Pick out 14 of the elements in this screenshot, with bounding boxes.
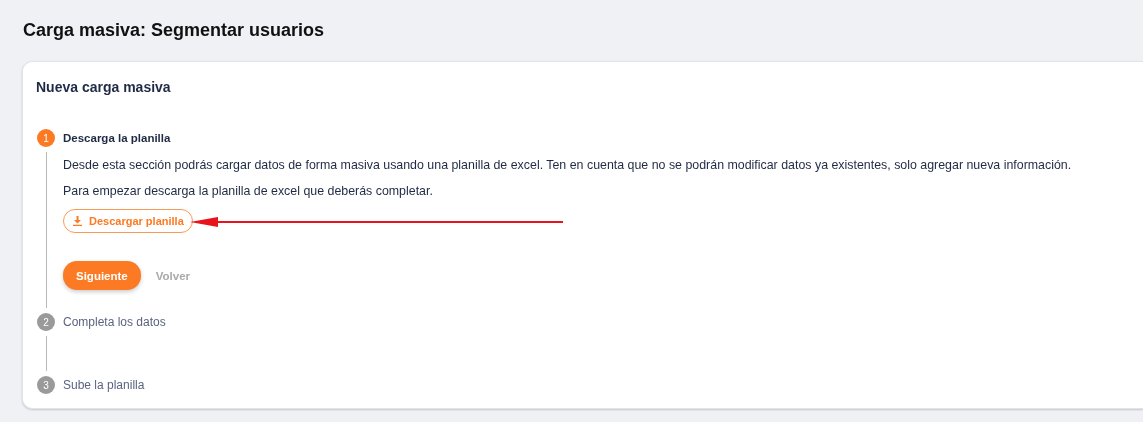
back-button[interactable]: Volver <box>155 269 191 282</box>
download-button[interactable]: Descargar planilla <box>63 209 193 233</box>
download-icon <box>73 216 82 226</box>
step-description: Para empezar descarga la planilla de excel que deberás completar. <box>63 183 434 200</box>
step-label: Sube la planilla <box>63 378 145 392</box>
card-title: Nueva carga masiva <box>36 78 172 96</box>
step-label: Descarga la planilla <box>63 132 171 144</box>
step-label: Completa los datos <box>63 315 166 329</box>
step-description: Desde esta sección podrás cargar datos de forma masiva usando una planilla de excel. Ten en cuenta que no se podrán modificar datos ya existentes, solo agregar nueva información. <box>63 157 1073 174</box>
step-number: 1 <box>37 129 55 147</box>
next-button[interactable]: Siguiente <box>63 261 141 290</box>
page-title: Carga masiva: Segmentar usuarios <box>23 19 326 42</box>
step-number: 2 <box>37 313 55 331</box>
step-number: 3 <box>37 376 55 394</box>
